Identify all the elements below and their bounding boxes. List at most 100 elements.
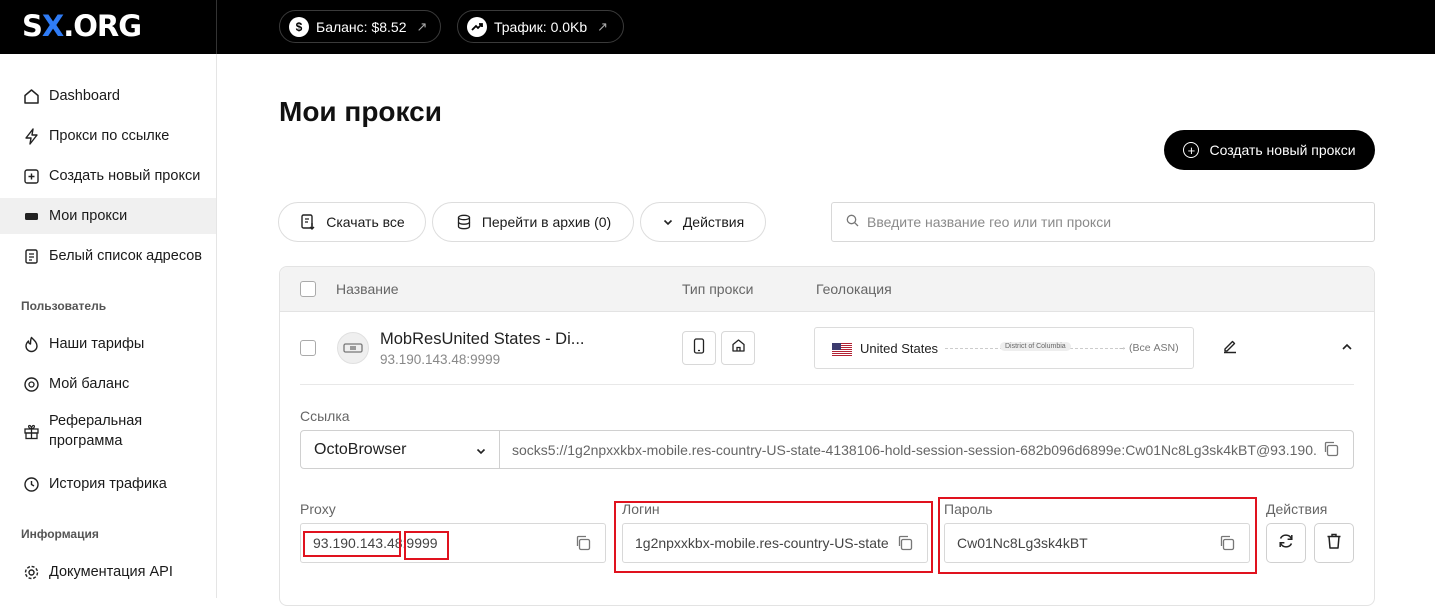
add-square-icon: [22, 167, 40, 185]
coin-icon: [22, 375, 40, 393]
password-label: Пароль: [944, 501, 993, 517]
plus-circle-icon: +: [1183, 142, 1200, 158]
trend-icon: [467, 16, 487, 37]
sidebar-item-whitelist[interactable]: Белый список адресов: [0, 238, 216, 274]
create-proxy-button[interactable]: + Создать новый прокси: [1164, 130, 1375, 170]
home-icon: [731, 338, 746, 358]
link-format-select[interactable]: OctoBrowser: [300, 430, 500, 469]
sidebar-item-label: Dashboard: [49, 88, 120, 104]
clock-icon: [22, 475, 40, 493]
router-icon: [337, 332, 369, 364]
sidebar-item-label: Создать новый прокси: [49, 168, 201, 184]
chevron-down-icon: [662, 216, 674, 228]
sidebar-section-user: Пользователь: [21, 299, 107, 313]
lightning-icon: [22, 127, 40, 145]
phone-icon: [693, 337, 705, 359]
actions-label: Действия: [682, 214, 745, 230]
proxy-link-field[interactable]: socks5://1g2npxxkbx-mobile.res-country-U…: [499, 430, 1354, 469]
proxy-ip: 93.190.143.48:9999: [380, 352, 501, 367]
sidebar-item-proxy-by-link[interactable]: Прокси по ссылке: [0, 118, 216, 154]
balance-label: Баланс: $8.52: [316, 18, 407, 35]
delete-button[interactable]: [1314, 523, 1354, 563]
chevron-up-icon[interactable]: [1340, 340, 1354, 359]
chevron-down-icon: [475, 444, 487, 462]
row-checkbox[interactable]: [300, 340, 316, 356]
topbar-divider: [216, 0, 217, 54]
sidebar-item-label: Мои прокси: [49, 208, 128, 224]
proxy-link-value: socks5://1g2npxxkbx-mobile.res-country-U…: [512, 441, 1318, 458]
logo-x: X: [41, 9, 64, 43]
top-bar: SX.ORG $ Баланс: $8.52 ↗ Трафик: 0.0Kb ↗: [0, 0, 1435, 54]
link-label: Ссылка: [300, 408, 350, 424]
gift-icon: [22, 422, 40, 440]
page-title: Мои прокси: [279, 96, 442, 127]
sidebar-item-api-docs[interactable]: Документация API: [0, 554, 216, 590]
refresh-button[interactable]: [1266, 523, 1306, 563]
sidebar-item-my-proxies[interactable]: Мои прокси: [0, 198, 216, 234]
proxy-name[interactable]: MobResUnited States - Di...: [380, 330, 585, 349]
sidebar-item-traffic-history[interactable]: История трафика: [0, 466, 216, 502]
archive-label: Перейти в архив (0): [481, 214, 612, 230]
login-label: Логин: [622, 501, 660, 517]
arrow-up-right-icon: ↗: [597, 18, 609, 34]
server-icon: [22, 207, 40, 225]
login-value: 1g2npxxkbx-mobile.res-country-US-state-4…: [635, 535, 889, 551]
sidebar-item-referral[interactable]: Реферальная программа: [0, 408, 216, 454]
refresh-icon: [1277, 532, 1295, 555]
link-format-value: OctoBrowser: [314, 440, 407, 458]
archive-button[interactable]: Перейти в архив (0): [432, 202, 634, 242]
sidebar-item-label: Реферальная программа: [49, 413, 143, 449]
proxy-address-value: 93.190.143.48:9999: [313, 535, 438, 551]
copy-password-icon[interactable]: [1218, 534, 1236, 552]
residential-type-button[interactable]: [721, 331, 755, 365]
download-all-button[interactable]: Скачать все: [278, 202, 426, 242]
sidebar-item-label: Наши тарифы: [49, 336, 145, 352]
row-actions-label: Действия: [1266, 501, 1328, 517]
password-field[interactable]: Cw01Nc8Lg3sk4kBT: [944, 523, 1250, 563]
sidebar-section-info: Информация: [21, 527, 99, 541]
password-value: Cw01Nc8Lg3sk4kBT: [957, 535, 1088, 551]
sidebar: Dashboard Прокси по ссылке Создать новый…: [0, 54, 217, 598]
arrow-up-right-icon: ↗: [416, 18, 428, 34]
select-all-checkbox[interactable]: [300, 281, 316, 297]
gear-icon: [22, 563, 40, 581]
proxy-label: Proxy: [300, 501, 336, 517]
proxy-address-field[interactable]: 93.190.143.48:9999: [300, 523, 606, 563]
sidebar-item-label: Прокси по ссылке: [49, 128, 170, 144]
create-proxy-label: Создать новый прокси: [1209, 142, 1356, 158]
geo-asn: (Все ASN): [1129, 342, 1179, 354]
actions-dropdown-button[interactable]: Действия: [640, 202, 766, 242]
logo-org: .ORG: [63, 9, 142, 43]
copy-proxy-icon[interactable]: [574, 534, 592, 552]
geolocation-box[interactable]: United States District of Columbia → (Вс…: [814, 327, 1194, 369]
sidebar-item-create-proxy[interactable]: Создать новый прокси: [0, 158, 216, 194]
flame-icon: [22, 335, 40, 353]
sidebar-item-tariffs[interactable]: Наши тарифы: [0, 326, 216, 362]
proxy-table: Название Тип прокси Геолокация MobResUni…: [279, 266, 1375, 606]
download-file-icon: [299, 213, 317, 231]
download-all-label: Скачать все: [326, 214, 405, 230]
copy-login-icon[interactable]: [896, 534, 914, 552]
login-field[interactable]: 1g2npxxkbx-mobile.res-country-US-state-4…: [622, 523, 928, 563]
sidebar-item-dashboard[interactable]: Dashboard: [0, 78, 216, 114]
logo[interactable]: SX.ORG: [22, 9, 142, 43]
geo-state-badge: District of Columbia: [1000, 342, 1071, 351]
document-icon: [22, 247, 40, 265]
trash-icon: [1325, 532, 1343, 555]
search-input[interactable]: [867, 214, 1347, 230]
column-name-header: Название: [336, 281, 399, 297]
traffic-pill[interactable]: Трафик: 0.0Kb ↗: [457, 10, 624, 43]
table-header: Название Тип прокси Геолокация: [280, 267, 1374, 312]
copy-link-icon[interactable]: [1322, 440, 1340, 458]
balance-pill[interactable]: $ Баланс: $8.52 ↗: [279, 10, 441, 43]
home-icon: [22, 87, 40, 105]
logo-s: S: [22, 9, 43, 43]
mobile-type-button[interactable]: [682, 331, 716, 365]
sidebar-item-label: История трафика: [49, 476, 167, 492]
sidebar-item-label: Мой баланс: [49, 376, 130, 392]
traffic-label: Трафик: 0.0Kb: [494, 18, 588, 35]
search-icon: [846, 214, 859, 230]
edit-pencil-icon[interactable]: [1222, 338, 1238, 359]
sidebar-item-balance[interactable]: Мой баланс: [0, 366, 216, 402]
column-geo-header: Геолокация: [816, 281, 892, 297]
